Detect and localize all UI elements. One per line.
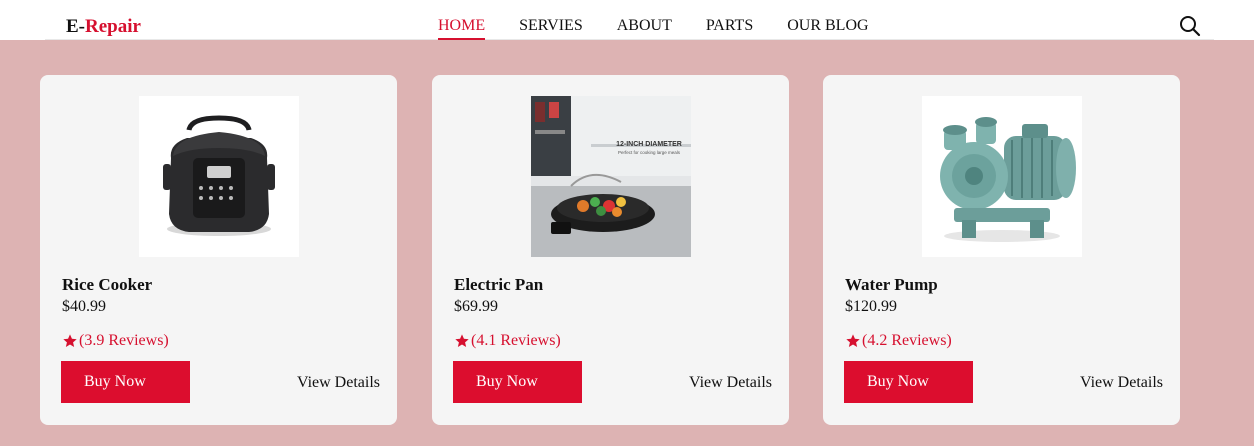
nav-our-blog[interactable]: OUR BLOG	[787, 16, 868, 40]
product-card-water-pump: Water Pump $120.99 (4.2 Reviews) Buy Now…	[823, 75, 1180, 425]
product-title: Rice Cooker	[62, 275, 153, 294]
product-image[interactable]	[922, 96, 1082, 257]
product-image[interactable]	[139, 96, 299, 257]
rating-text: (4.1 Reviews)	[471, 332, 561, 349]
product-rating: (4.1 Reviews)	[454, 331, 561, 351]
logo-accent: Repair	[85, 16, 141, 37]
product-title: Electric Pan	[454, 275, 544, 294]
product-price: $40.99	[62, 298, 106, 315]
star-icon	[63, 334, 77, 347]
logo[interactable]: E-Repair	[66, 16, 141, 38]
nav-home[interactable]: HOME	[438, 16, 486, 40]
star-icon	[846, 334, 860, 347]
electric-pan-image: 12-INCH DIAMETER Perfect for cooking lar…	[531, 96, 691, 257]
product-price: $69.99	[454, 298, 498, 315]
logo-prefix: E-	[66, 16, 85, 37]
rice-cooker-image	[139, 96, 299, 257]
image-caption-heading: 12-INCH DIAMETER	[616, 141, 682, 148]
search-icon	[1180, 16, 1201, 37]
rating-text: (4.2 Reviews)	[862, 332, 952, 349]
nav-about[interactable]: ABOUT	[617, 16, 672, 40]
nav-servies[interactable]: SERVIES	[519, 16, 583, 40]
product-card-rice-cooker: Rice Cooker $40.99 (3.9 Reviews) Buy Now…	[40, 75, 397, 425]
water-pump-image	[922, 96, 1082, 257]
navbar: E-Repair HOME SERVIES ABOUT PARTS OUR BL…	[0, 0, 1254, 40]
view-details-link[interactable]: View Details	[297, 373, 380, 393]
buy-now-button[interactable]: Buy Now	[844, 361, 973, 403]
product-price: $120.99	[845, 298, 897, 315]
product-rating: (4.2 Reviews)	[845, 331, 952, 351]
product-image[interactable]: 12-INCH DIAMETER Perfect for cooking lar…	[531, 96, 691, 257]
product-rating: (3.9 Reviews)	[62, 331, 169, 351]
product-title: Water Pump	[845, 275, 938, 294]
image-caption-sub: Perfect for cooking large meals	[618, 150, 681, 155]
search-button[interactable]	[1178, 14, 1202, 38]
buy-now-button[interactable]: Buy Now	[453, 361, 582, 403]
star-icon	[455, 334, 469, 347]
view-details-link[interactable]: View Details	[689, 373, 772, 393]
view-details-link[interactable]: View Details	[1080, 373, 1163, 393]
buy-now-button[interactable]: Buy Now	[61, 361, 190, 403]
product-card-electric-pan: 12-INCH DIAMETER Perfect for cooking lar…	[432, 75, 789, 425]
main-nav: HOME SERVIES ABOUT PARTS OUR BLOG	[438, 16, 903, 40]
rating-text: (3.9 Reviews)	[79, 332, 169, 349]
nav-parts[interactable]: PARTS	[706, 16, 753, 40]
